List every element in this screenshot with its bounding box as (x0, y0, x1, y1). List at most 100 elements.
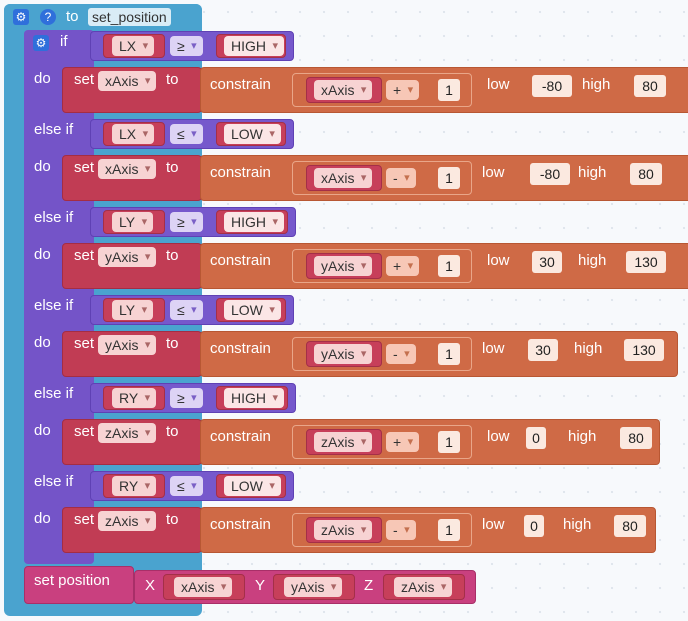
constrain-label: constrain (210, 76, 271, 93)
expr-operator-dropdown[interactable]: + (386, 432, 420, 452)
do-label: do (34, 510, 51, 527)
cond-right-dropdown[interactable]: LOW (224, 124, 281, 144)
z-arg-label: Z (364, 577, 374, 594)
expr-number-field[interactable]: 1 (438, 79, 460, 101)
low-label: low (487, 428, 510, 445)
expr-operator-dropdown[interactable]: + (386, 80, 420, 100)
cond-left-dropdown[interactable]: LX (112, 124, 155, 144)
constrain-label: constrain (210, 340, 271, 357)
function-keyword: to (66, 8, 79, 25)
expr-var-dropdown[interactable]: xAxis (314, 168, 373, 188)
x-arg-var-dropdown[interactable]: xAxis (174, 577, 233, 597)
high-label: high (574, 340, 603, 357)
high-label: high (578, 164, 607, 181)
if-label: if (60, 33, 68, 50)
cond-operator-dropdown[interactable]: ≤ (170, 124, 203, 144)
expr-operator-dropdown[interactable]: - (386, 520, 416, 540)
cond-right-dropdown[interactable]: LOW (224, 300, 281, 320)
high-label: high (568, 428, 597, 445)
cond-right-dropdown[interactable]: LOW (224, 476, 281, 496)
expr-var-dropdown[interactable]: xAxis (314, 80, 373, 100)
if-gear-icon[interactable]: ⚙ (33, 35, 49, 51)
cond-right-dropdown[interactable]: HIGH (224, 388, 284, 408)
set-target-dropdown[interactable]: xAxis (98, 159, 157, 179)
high-number-field[interactable]: 80 (630, 163, 662, 185)
high-label: high (563, 516, 592, 533)
low-label: low (487, 76, 510, 93)
else-if-label: else if (34, 297, 74, 314)
gear-icon[interactable]: ⚙ (13, 9, 29, 25)
constrain-label: constrain (210, 164, 271, 181)
expr-number-field[interactable]: 1 (438, 431, 460, 453)
set-target-dropdown[interactable]: zAxis (98, 511, 157, 531)
to-label: to (166, 423, 179, 440)
expr-number-field[interactable]: 1 (438, 255, 460, 277)
low-number-field[interactable]: 30 (528, 339, 558, 361)
cond-left-dropdown[interactable]: LX (112, 36, 155, 56)
cond-left-dropdown[interactable]: LY (112, 300, 154, 320)
expr-operator-dropdown[interactable]: + (386, 256, 420, 276)
set-target-dropdown[interactable]: yAxis (98, 247, 157, 267)
expr-number-field[interactable]: 1 (438, 343, 460, 365)
to-label: to (166, 511, 179, 528)
cond-operator-dropdown[interactable]: ≤ (170, 300, 203, 320)
to-label: to (166, 71, 179, 88)
do-label: do (34, 246, 51, 263)
do-label: do (34, 334, 51, 351)
low-number-field[interactable]: -80 (530, 163, 570, 185)
set-label: set (74, 511, 95, 528)
low-number-field[interactable]: 30 (532, 251, 562, 273)
expr-operator-dropdown[interactable]: - (386, 344, 416, 364)
constrain-label: constrain (210, 516, 271, 533)
cond-operator-dropdown[interactable]: ≥ (170, 36, 203, 56)
expr-var-dropdown[interactable]: zAxis (314, 520, 373, 540)
cond-operator-dropdown[interactable]: ≤ (170, 476, 203, 496)
set-label: set (74, 335, 95, 352)
low-number-field[interactable]: 0 (524, 515, 544, 537)
set-target-dropdown[interactable]: zAxis (98, 423, 157, 443)
do-label: do (34, 158, 51, 175)
high-number-field[interactable]: 80 (614, 515, 646, 537)
else-if-label: else if (34, 385, 74, 402)
low-label: low (482, 516, 505, 533)
constrain-label: constrain (210, 428, 271, 445)
expr-var-dropdown[interactable]: zAxis (314, 432, 373, 452)
do-label: do (34, 70, 51, 87)
to-label: to (166, 247, 179, 264)
high-number-field[interactable]: 80 (634, 75, 666, 97)
low-number-field[interactable]: 0 (526, 427, 546, 449)
expr-var-dropdown[interactable]: yAxis (314, 256, 373, 276)
y-arg-var-dropdown[interactable]: yAxis (284, 577, 343, 597)
cond-operator-dropdown[interactable]: ≥ (170, 388, 203, 408)
high-label: high (578, 252, 607, 269)
set-label: set (74, 247, 95, 264)
function-name-field[interactable]: set_position (88, 8, 171, 26)
cond-right-dropdown[interactable]: HIGH (224, 212, 284, 232)
cond-left-dropdown[interactable]: RY (112, 476, 157, 496)
z-arg-var-dropdown[interactable]: zAxis (394, 577, 453, 597)
expr-number-field[interactable]: 1 (438, 167, 460, 189)
set-target-dropdown[interactable]: yAxis (98, 335, 157, 355)
high-number-field[interactable]: 130 (624, 339, 664, 361)
high-number-field[interactable]: 130 (626, 251, 666, 273)
to-label: to (166, 335, 179, 352)
set-target-dropdown[interactable]: xAxis (98, 71, 157, 91)
cond-right-dropdown[interactable]: HIGH (224, 36, 284, 56)
expr-number-field[interactable]: 1 (438, 519, 460, 541)
else-if-label: else if (34, 473, 74, 490)
low-number-field[interactable]: -80 (532, 75, 572, 97)
set-label: set (74, 159, 95, 176)
expr-operator-dropdown[interactable]: - (386, 168, 416, 188)
cond-operator-dropdown[interactable]: ≥ (170, 212, 203, 232)
low-label: low (482, 164, 505, 181)
do-label: do (34, 422, 51, 439)
help-icon[interactable]: ? (40, 9, 56, 25)
y-arg-label: Y (255, 577, 266, 594)
constrain-label: constrain (210, 252, 271, 269)
low-label: low (487, 252, 510, 269)
cond-left-dropdown[interactable]: RY (112, 388, 157, 408)
to-label: to (166, 159, 179, 176)
cond-left-dropdown[interactable]: LY (112, 212, 154, 232)
high-number-field[interactable]: 80 (620, 427, 652, 449)
expr-var-dropdown[interactable]: yAxis (314, 344, 373, 364)
